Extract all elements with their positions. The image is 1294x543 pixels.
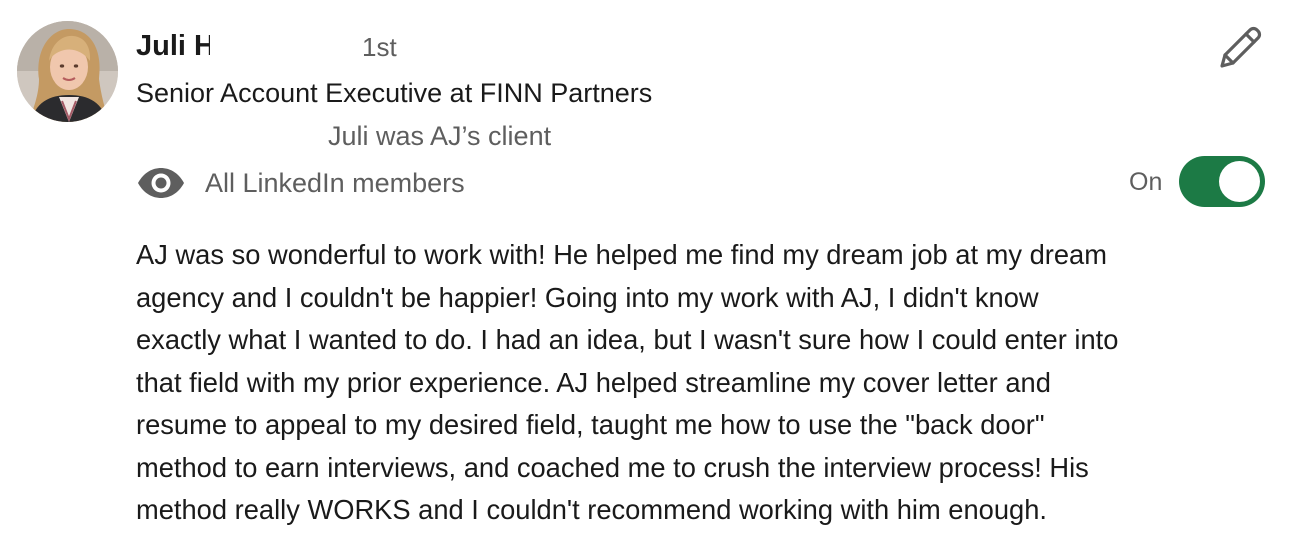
toggle-state-label: On [1129,168,1163,196]
recommendation-text-line: that field with my prior experience. AJ … [136,366,1051,398]
recommendation-card: Juli H 1st Senior Account Executive at F… [0,0,1294,543]
author-name[interactable]: Juli H [136,27,215,65]
visibility-row: All LinkedIn members [136,160,465,206]
recommendation-text-line: method to earn interviews, and coached m… [136,451,1089,483]
recommendation-text-line: resume to appeal to my desired field, ta… [136,409,1045,440]
recommendation-text-line: method really WORKS and I couldn't recom… [136,494,1047,525]
visibility-label: All LinkedIn members [205,168,465,198]
author-headline: Senior Account Executive at FINN Partner… [136,78,653,108]
connection-degree: 1st [362,32,397,62]
visibility-toggle[interactable] [1179,156,1265,207]
recommendation-text: AJ was so wonderful to work with! He hel… [136,234,1276,532]
edit-button[interactable] [1214,22,1266,74]
recommendation-text-line: AJ was so wonderful to work with! He hel… [136,239,1107,270]
avatar[interactable] [17,21,118,122]
relationship-text: Juli was AJ’s client [328,121,552,151]
eye-icon [138,168,184,198]
pencil-icon [1220,26,1262,68]
toggle-knob [1219,161,1260,202]
profile-photo-icon [17,21,118,122]
recommendation-text-line: exactly what I wanted to do. I had an id… [136,324,1119,355]
recommendation-text-line: agency and I couldn't be happier! Going … [136,281,1039,313]
name-redaction [210,27,350,65]
